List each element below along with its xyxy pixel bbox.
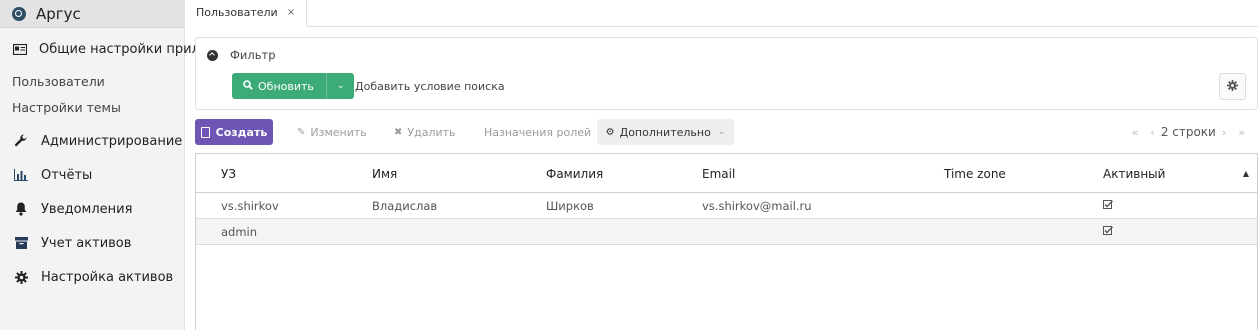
filter-settings-button[interactable] bbox=[1219, 73, 1246, 100]
sidebar-item-label: Пользователи bbox=[12, 73, 105, 89]
tab-users[interactable]: Пользователи × bbox=[186, 0, 308, 27]
tab-bar: Пользователи × bbox=[186, 0, 1258, 27]
role-assignments-button[interactable]: Назначения ролей bbox=[484, 119, 591, 145]
sidebar-item-label: Администрирование bbox=[41, 133, 183, 149]
sidebar-item-label: Учет активов bbox=[41, 235, 132, 251]
chevron-down-icon: ⌄ bbox=[717, 127, 726, 137]
sidebar-group-administration[interactable]: Администрирование bbox=[0, 124, 184, 158]
tab-label: Пользователи bbox=[196, 6, 278, 19]
bell-icon bbox=[13, 202, 29, 216]
close-icon[interactable]: × bbox=[287, 7, 295, 18]
next-page-icon[interactable]: › bbox=[1222, 126, 1226, 139]
bar-chart-icon bbox=[13, 169, 29, 181]
sidebar-group-notifications[interactable]: Уведомления bbox=[0, 192, 184, 226]
cell-account: vs.shirkov bbox=[221, 198, 279, 213]
archive-icon bbox=[13, 237, 29, 249]
sidebar-item-label: Настройка активов bbox=[41, 269, 174, 285]
sidebar-item-label: Уведомления bbox=[41, 201, 133, 217]
cell-first-name: Владислав bbox=[372, 198, 438, 213]
refresh-label: Обновить bbox=[258, 79, 314, 93]
sort-ascending-icon[interactable]: ▲ bbox=[1243, 154, 1249, 193]
sidebar: Аргус Общие настройки прило... Пользоват… bbox=[0, 0, 220, 330]
sidebar-item-users[interactable]: Пользователи bbox=[0, 68, 184, 94]
refresh-split-button: Обновить ⌄ bbox=[232, 73, 355, 99]
add-search-condition-link[interactable]: Добавить условие поиска bbox=[355, 80, 505, 93]
column-header-last-name[interactable]: Фамилия bbox=[546, 154, 603, 193]
filter-title: Фильтр bbox=[230, 48, 276, 62]
checked-icon bbox=[1103, 225, 1114, 238]
column-header-account[interactable]: УЗ bbox=[221, 154, 236, 193]
sidebar-group-label: Общие настройки прило... bbox=[39, 41, 221, 57]
chevron-down-icon: ⌄ bbox=[336, 81, 345, 91]
table-row[interactable]: admin bbox=[196, 219, 1257, 245]
last-page-icon[interactable]: » bbox=[1238, 126, 1245, 139]
document-icon bbox=[200, 126, 210, 138]
filter-toggle[interactable]: Фильтр bbox=[207, 48, 276, 62]
column-header-email[interactable]: Email bbox=[702, 154, 735, 193]
edit-button[interactable]: ✎ Изменить bbox=[297, 119, 367, 145]
create-label: Создать bbox=[215, 125, 268, 139]
more-actions-label: Дополнительно bbox=[619, 125, 711, 139]
edit-label: Изменить bbox=[310, 125, 367, 139]
table-toolbar: Создать ✎ Изменить ✖ Удалить Назначения … bbox=[195, 119, 1258, 145]
search-icon bbox=[243, 79, 253, 93]
gear-icon bbox=[1227, 79, 1238, 94]
row-count-label: 2 строки bbox=[1160, 125, 1216, 139]
filter-panel: Фильтр Обновить ⌄ Добавить условие поиск… bbox=[195, 37, 1258, 110]
id-card-icon bbox=[13, 43, 27, 55]
cell-active bbox=[1103, 193, 1114, 218]
sidebar-group-reports[interactable]: Отчёты bbox=[0, 158, 184, 192]
collapse-icon bbox=[207, 49, 218, 61]
cell-active bbox=[1103, 219, 1114, 244]
times-icon: ✖ bbox=[394, 126, 403, 138]
checked-icon bbox=[1103, 199, 1114, 212]
prev-page-icon[interactable]: ‹ bbox=[1150, 126, 1154, 139]
role-assignments-label: Назначения ролей bbox=[484, 125, 592, 139]
users-table: УЗ Имя Фамилия Email Time zone Активный … bbox=[195, 153, 1258, 330]
sidebar-group-asset-accounting[interactable]: Учет активов bbox=[0, 226, 184, 260]
first-page-icon[interactable]: « bbox=[1132, 126, 1139, 139]
gear-icon bbox=[13, 270, 29, 284]
sidebar-item-label: Отчёты bbox=[41, 167, 93, 183]
delete-button[interactable]: ✖ Удалить bbox=[394, 119, 456, 145]
column-header-timezone[interactable]: Time zone bbox=[944, 154, 1006, 193]
table-header: УЗ Имя Фамилия Email Time zone Активный … bbox=[196, 154, 1257, 193]
cell-email: vs.shirkov@mail.ru bbox=[702, 198, 812, 213]
pencil-icon: ✎ bbox=[297, 126, 306, 138]
refresh-button[interactable]: Обновить bbox=[232, 73, 327, 99]
create-button[interactable]: Создать bbox=[195, 119, 273, 145]
refresh-dropdown-button[interactable]: ⌄ bbox=[327, 73, 355, 99]
app-title: Аргус bbox=[36, 4, 81, 23]
app-brand[interactable]: Аргус bbox=[0, 0, 184, 28]
pagination: « ‹ 2 строки › » bbox=[1126, 119, 1251, 145]
cell-last-name: Ширков bbox=[546, 198, 594, 213]
argus-logo-icon bbox=[12, 6, 26, 21]
table-row[interactable]: vs.shirkov Владислав Ширков vs.shirkov@m… bbox=[196, 193, 1257, 219]
more-actions-button[interactable]: ⚙ Дополнительно ⌄ bbox=[597, 119, 734, 145]
wrench-icon bbox=[13, 134, 29, 148]
delete-label: Удалить bbox=[407, 125, 456, 139]
sidebar-item-theme-settings[interactable]: Настройки темы bbox=[0, 94, 184, 120]
sidebar-group-asset-settings[interactable]: Настройка активов bbox=[0, 260, 184, 294]
column-header-active[interactable]: Активный bbox=[1103, 154, 1165, 193]
sidebar-item-label: Настройки темы bbox=[12, 99, 121, 115]
column-header-first-name[interactable]: Имя bbox=[372, 154, 397, 193]
cogs-icon: ⚙ bbox=[605, 126, 615, 138]
cell-account: admin bbox=[221, 224, 258, 239]
sidebar-group-general[interactable]: Общие настройки прило... bbox=[0, 32, 220, 66]
